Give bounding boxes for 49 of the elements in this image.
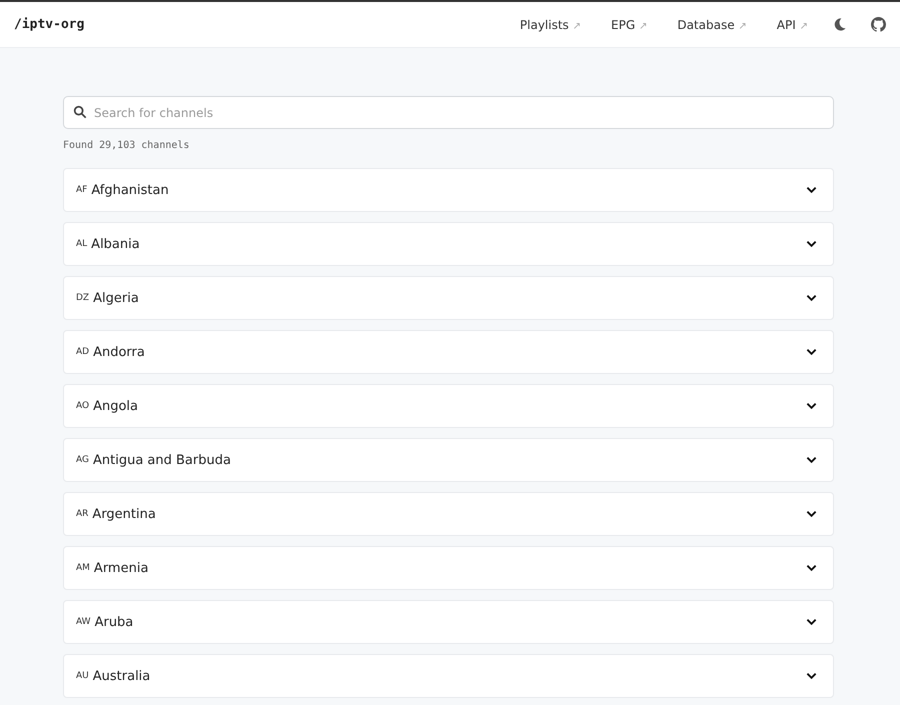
site-logo[interactable]: /iptv-org (14, 17, 84, 32)
country-name: Aruba (94, 614, 134, 630)
country-code: AL (76, 239, 88, 249)
country-row[interactable]: AD Andorra (63, 330, 834, 374)
chevron-icon[interactable] (806, 402, 817, 410)
search-field[interactable]: Search for channels (63, 96, 834, 129)
country-name: Andorra (93, 344, 146, 360)
nav-link[interactable]: EPG ↗ (611, 18, 648, 32)
country-name: Angola (93, 398, 140, 414)
chevron-icon[interactable] (806, 672, 817, 680)
nav-link[interactable]: Playlists ↗ (520, 18, 581, 32)
moon-icon[interactable] (832, 17, 847, 32)
country-name: Antigua and Barbuda (92, 452, 232, 468)
country-code: DZ (76, 293, 90, 303)
country-code: AW (76, 617, 91, 627)
country-row[interactable]: AW Aruba (63, 600, 834, 644)
country-row[interactable]: AF Afghanistan (63, 168, 834, 212)
country-code: AD (76, 347, 90, 357)
country-row[interactable]: AO Angola (63, 384, 834, 428)
chevron-icon[interactable] (806, 456, 817, 464)
country-row[interactable]: DZ Algeria (63, 276, 834, 320)
country-name: Afghanistan (91, 182, 170, 198)
country-row[interactable]: AG Antigua and Barbuda (63, 438, 834, 482)
country-name: Albania (91, 236, 141, 252)
country-row[interactable]: AL Albania (63, 222, 834, 266)
country-code: AR (76, 509, 88, 519)
country-row[interactable]: AU Australia (63, 654, 834, 698)
chevron-icon[interactable] (806, 186, 817, 194)
country-code: AM (76, 563, 90, 573)
chevron-icon[interactable] (806, 510, 817, 518)
country-code: AO (76, 401, 90, 411)
country-name: Australia (92, 668, 152, 684)
country-code: AF (76, 185, 88, 195)
nav-link[interactable]: Database ↗ (677, 18, 747, 32)
result-count: Found 29,103 channels (63, 140, 190, 151)
country-row[interactable]: AM Armenia (63, 546, 834, 590)
chevron-icon[interactable] (806, 294, 817, 302)
chevron-icon[interactable] (806, 348, 817, 356)
chevron-icon[interactable] (806, 618, 817, 626)
github-icon[interactable] (871, 17, 886, 32)
country-row[interactable]: AR Argentina (63, 492, 834, 536)
country-name: Algeria (93, 290, 140, 306)
country-code: AU (76, 671, 89, 681)
chevron-icon[interactable] (806, 564, 817, 572)
country-name: Armenia (94, 560, 150, 576)
nav-link[interactable]: API ↗ (776, 18, 808, 32)
country-name: Argentina (92, 506, 157, 522)
chevron-icon[interactable] (806, 240, 817, 248)
country-code: AG (76, 455, 89, 465)
